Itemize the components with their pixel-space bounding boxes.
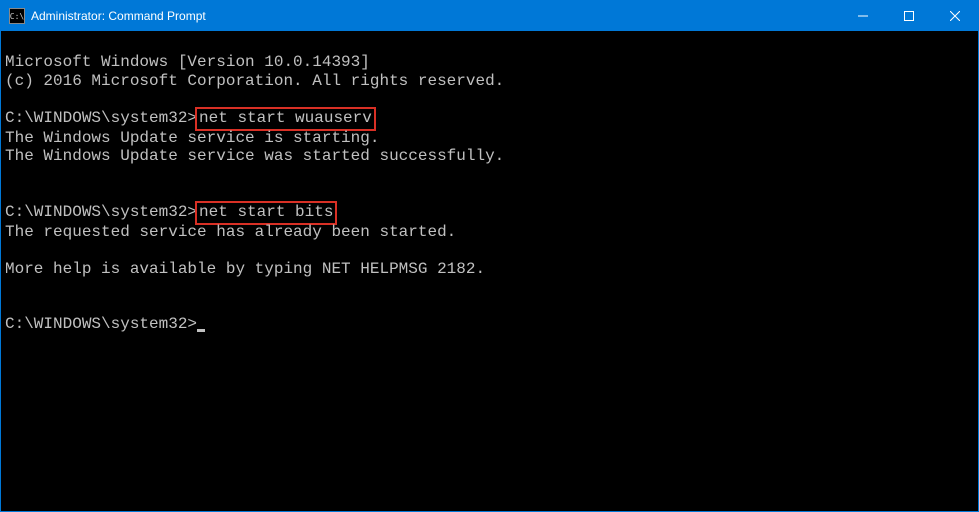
prompt-line: C:\WINDOWS\system32>: [5, 315, 974, 333]
output-line: The Windows Update service was started s…: [5, 147, 974, 165]
maximize-button[interactable]: [886, 1, 932, 31]
cmd-icon: C:\: [9, 8, 25, 24]
blank-line: [5, 166, 974, 184]
prompt: C:\WINDOWS\system32>: [5, 315, 197, 333]
prompt: C:\WINDOWS\system32>: [5, 109, 197, 127]
command-prompt-window: C:\ Administrator: Command Prompt Micros…: [0, 0, 979, 512]
output-line: The requested service has already been s…: [5, 223, 974, 241]
output-line: The Windows Update service is starting.: [5, 129, 974, 147]
banner-line: (c) 2016 Microsoft Corporation. All righ…: [5, 72, 974, 90]
prompt: C:\WINDOWS\system32>: [5, 203, 197, 221]
banner-line: Microsoft Windows [Version 10.0.14393]: [5, 53, 974, 71]
close-button[interactable]: [932, 1, 978, 31]
blank-line: [5, 278, 974, 296]
window-title: Administrator: Command Prompt: [31, 9, 840, 23]
highlight-box: net start bits: [197, 203, 335, 223]
prompt-line: C:\WINDOWS\system32>net start wuauserv: [5, 109, 974, 129]
output-line: More help is available by typing NET HEL…: [5, 260, 974, 278]
cursor: [197, 329, 205, 332]
window-controls: [840, 1, 978, 31]
terminal-output[interactable]: Microsoft Windows [Version 10.0.14393](c…: [1, 31, 978, 511]
prompt-line: C:\WINDOWS\system32>net start bits: [5, 203, 974, 223]
minimize-button[interactable]: [840, 1, 886, 31]
blank-line: [5, 90, 974, 108]
blank-line: [5, 184, 974, 202]
command-text: net start bits: [199, 203, 333, 221]
blank-line: [5, 296, 974, 314]
blank-line: [5, 241, 974, 259]
command-text: net start wuauserv: [199, 109, 372, 127]
highlight-box: net start wuauserv: [197, 109, 374, 129]
titlebar[interactable]: C:\ Administrator: Command Prompt: [1, 1, 978, 31]
